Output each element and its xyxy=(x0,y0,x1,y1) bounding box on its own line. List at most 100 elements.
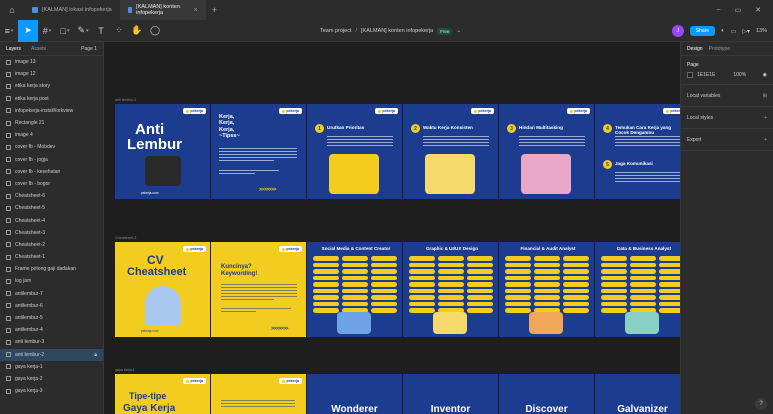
close-tab-icon[interactable]: × xyxy=(194,7,198,14)
layer-label: Rectangle 21 xyxy=(15,120,45,127)
layer-item[interactable]: image 13 xyxy=(0,56,103,68)
frame-cv-cover[interactable]: pekerja CV Cheatsheet pekerja.com xyxy=(115,242,210,337)
chevron-down-icon[interactable]: ⌄ xyxy=(456,28,461,34)
layer-item[interactable]: Frame potong gaji dadakan xyxy=(0,263,103,275)
hand-tool-icon[interactable]: ✋ xyxy=(128,20,146,42)
layer-item[interactable]: gaya kerja-1 xyxy=(0,361,103,373)
layer-item[interactable]: gaya kerja-2 xyxy=(0,373,103,385)
share-button[interactable]: Share xyxy=(689,26,716,36)
lock-icon[interactable]: 🔒︎ xyxy=(94,352,97,358)
frame-cheatsheet-3[interactable]: Financial & Audit Analyst xyxy=(499,242,594,337)
cheatsheet-title: Data & Business Analyst xyxy=(617,246,671,251)
move-tool-icon[interactable]: ➤ xyxy=(18,19,38,42)
present-icon[interactable]: ▷▾ xyxy=(742,28,750,35)
pen-tool-icon[interactable]: ✎ ▾ xyxy=(74,20,92,42)
frame-gaya-3[interactable]: Discover xyxy=(499,374,594,414)
layer-item[interactable]: etika kerja post xyxy=(0,93,103,105)
layer-item[interactable]: antilembur-6 xyxy=(0,300,103,312)
frame-gaya-1[interactable]: Wonderer xyxy=(307,374,402,414)
layer-item[interactable]: anti lembur-3 xyxy=(0,336,103,348)
layer-item[interactable]: image 12 xyxy=(0,68,103,80)
page-section: Page 1E1E1E 100% ◉ xyxy=(681,56,773,85)
tab-design[interactable]: Design xyxy=(687,46,703,52)
design-panel-item[interactable]: Local styles + xyxy=(681,107,773,129)
frame-tip-2[interactable]: pekerja 2 Waktu Kerja Konsisten xyxy=(403,104,498,199)
layer-item[interactable]: cover fb - jogja xyxy=(0,154,103,166)
tab-prototype[interactable]: Prototype xyxy=(709,46,730,52)
add-icon[interactable]: ⊞ xyxy=(763,93,767,99)
frame-cheatsheet-2[interactable]: Graphic & UI/UX Design xyxy=(403,242,498,337)
layer-item[interactable]: cover fb - kesehatan xyxy=(0,166,103,178)
keyword-pill xyxy=(563,295,589,300)
shape-tool-icon[interactable]: □ ▾ xyxy=(56,20,74,42)
close-window-icon[interactable]: ✕ xyxy=(755,6,761,14)
design-panel-item[interactable]: Export + xyxy=(681,129,773,151)
frame-gaya-intro[interactable]: pekerja xyxy=(211,374,306,414)
zoom-level[interactable]: 13% xyxy=(756,28,767,34)
avatar[interactable]: J xyxy=(671,25,684,37)
comment-tool-icon[interactable]: ◯ xyxy=(146,20,164,42)
new-tab-icon[interactable]: + xyxy=(206,5,223,15)
layer-item[interactable]: log jam xyxy=(0,275,103,287)
layer-list: image 13 image 12 etika kerja story etika k… xyxy=(0,56,103,397)
frame-kerja-tips[interactable]: pekerja Kerja, Kerja, Kerja, ~Tipss~ >>>… xyxy=(211,104,306,199)
design-panel-item[interactable]: Local variables ⊞ xyxy=(681,85,773,107)
tab-layers[interactable]: Layers xyxy=(6,46,21,52)
layer-item[interactable]: antilembur-5 xyxy=(0,312,103,324)
page-color-value[interactable]: 1E1E1E xyxy=(697,72,715,78)
layer-item[interactable]: antilembur-7 xyxy=(0,288,103,300)
layer-item[interactable]: cover fb - bogor xyxy=(0,178,103,190)
frame-gaya-2[interactable]: Inventor xyxy=(403,374,498,414)
project-team[interactable]: Team project xyxy=(320,28,352,34)
add-icon[interactable]: + xyxy=(764,115,767,121)
layer-item[interactable]: Cheatsheet-3 xyxy=(0,227,103,239)
layer-item[interactable]: Cheatsheet-6 xyxy=(0,190,103,202)
home-icon[interactable]: ⌂ xyxy=(0,0,24,20)
layer-item[interactable]: infopekerja-instaWorkview xyxy=(0,105,103,117)
text-tool-icon[interactable]: T xyxy=(92,20,110,42)
frame-keyword[interactable]: pekerja Kuncinya? Keywording! >>>>>>> xyxy=(211,242,306,337)
file-tab-lokasi[interactable]: [KALMAN] lokasi infopekerja xyxy=(24,0,120,20)
frame-gaya-cover[interactable]: pekerja Tipe-tipe Gaya Kerja xyxy=(115,374,210,414)
frame-tip-4[interactable]: pekerja 4Temukan Cara Kerja yang Cocok De… xyxy=(595,104,680,199)
frame-gaya-4[interactable]: Galvanizer xyxy=(595,374,680,414)
layer-item[interactable]: image 4 xyxy=(0,129,103,141)
library-icon[interactable]: ▭ xyxy=(731,28,737,35)
file-tab-konten[interactable]: [KALMAN] konten infopekerja × xyxy=(119,0,206,20)
layer-item[interactable]: Cheatsheet-5 xyxy=(0,202,103,214)
help-icon[interactable]: ? xyxy=(755,398,767,410)
layer-item[interactable]: anti lembur-2 🔒︎ xyxy=(0,348,103,361)
resources-icon[interactable]: ⁘ xyxy=(110,20,128,42)
add-icon[interactable]: + xyxy=(764,137,767,143)
layer-item[interactable]: Cheatsheet-4 xyxy=(0,214,103,226)
frame-tool-icon[interactable]: # ▾ xyxy=(38,20,56,42)
page-color-row[interactable]: 1E1E1E 100% ◉ xyxy=(687,72,767,78)
eye-icon[interactable]: ◉ xyxy=(763,72,767,78)
page-opacity-value[interactable]: 100% xyxy=(733,72,746,78)
layer-item[interactable]: cover fb - Mobdev xyxy=(0,141,103,153)
body-text-lines xyxy=(221,400,295,409)
tab-assets[interactable]: Assets xyxy=(31,46,46,52)
layer-item[interactable]: Cheatsheet-1 xyxy=(0,251,103,263)
maximize-icon[interactable]: ▭ xyxy=(735,6,742,14)
main-menu-icon[interactable]: ≡ ▾ xyxy=(0,20,18,42)
body-text-lines xyxy=(219,148,297,163)
frame-tip-3[interactable]: pekerja 3 Hindari Multitasking xyxy=(499,104,594,199)
frame-cheatsheet-4[interactable]: Data & Business Analyst xyxy=(595,242,680,337)
minimize-icon[interactable]: – xyxy=(717,6,721,14)
design-item-label: Local styles xyxy=(687,114,714,121)
layer-item[interactable]: etika kerja story xyxy=(0,80,103,92)
layer-item[interactable]: antilembur-4 xyxy=(0,324,103,336)
layer-item[interactable]: gaya kerja-3 xyxy=(0,385,103,397)
tip-title: Temukan Cara Kerja yang Cocok Denganmu xyxy=(615,125,672,135)
color-swatch[interactable] xyxy=(687,72,693,78)
page-selector[interactable]: Page 1 xyxy=(81,46,97,52)
dev-mode-toggle-icon[interactable]: ◐ xyxy=(721,28,725,34)
canvas[interactable]: anti lembur-1 pekerja Anti Lembur pekerj… xyxy=(105,42,680,414)
frame-cheatsheet-1[interactable]: Social Media & Content Creator xyxy=(307,242,402,337)
frame-anti-lembur-cover[interactable]: pekerja Anti Lembur pekerja.com xyxy=(115,104,210,199)
file-name[interactable]: [KALMAN] konten infopekerja xyxy=(361,28,433,34)
layer-item[interactable]: Rectangle 21 xyxy=(0,117,103,129)
frame-tip-1[interactable]: pekerja 1 Urutkan Prioritas xyxy=(307,104,402,199)
layer-item[interactable]: Cheatsheet-2 xyxy=(0,239,103,251)
